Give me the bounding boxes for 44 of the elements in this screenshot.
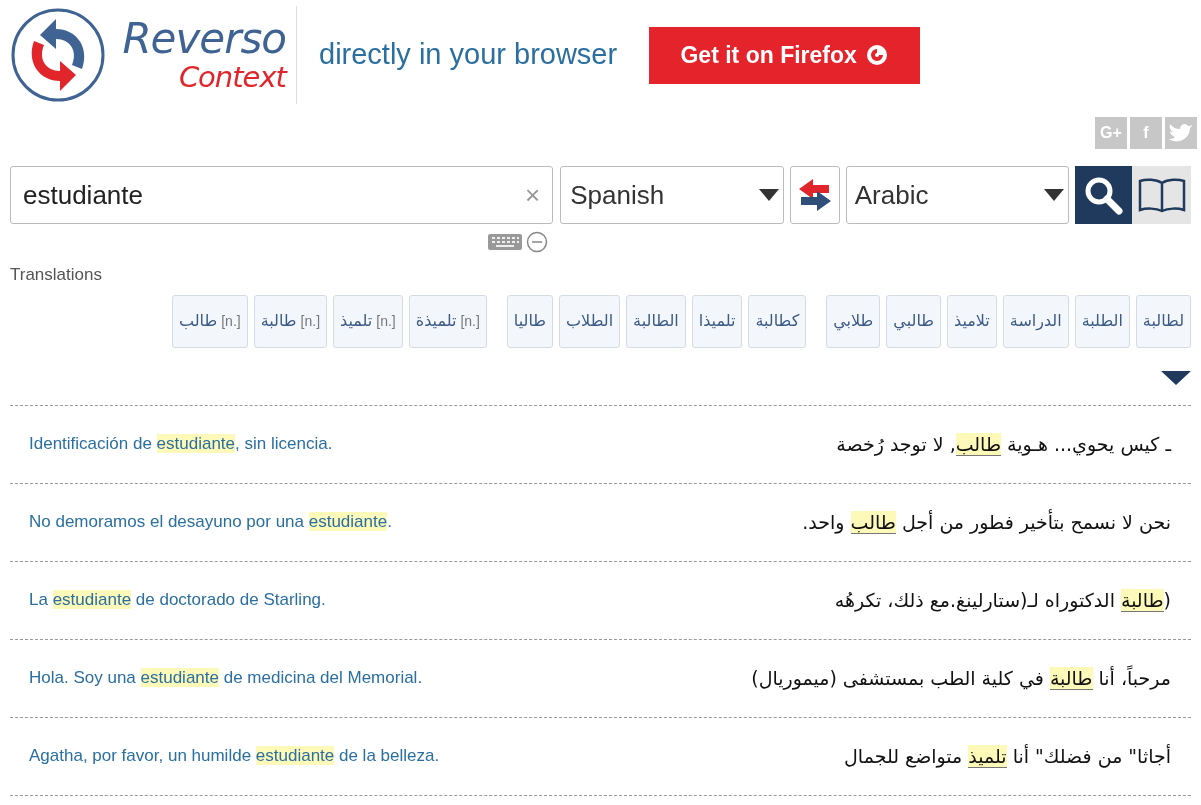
target-language-select[interactable]: Arabic xyxy=(845,166,1069,224)
bird-icon xyxy=(1169,123,1193,143)
source-sentence: No demoramos el desayuno por una estudiante. xyxy=(29,511,392,534)
logo-icon xyxy=(10,7,106,103)
tagline: directly in your browser xyxy=(319,37,618,73)
section-label: Translations xyxy=(10,265,102,284)
translation-chip[interactable]: طلابي xyxy=(826,294,881,348)
target-language: Arabic xyxy=(854,178,930,212)
target-sentence: أجاثا" من فضلك" أنا تلميذ متواضع للجمال xyxy=(844,743,1171,770)
firefox-button[interactable]: Get it on Firefox xyxy=(649,26,921,84)
search-icon xyxy=(1083,175,1124,215)
source-sentence: Agatha, por favor, un humilde estudiante de la belleza. xyxy=(29,745,440,768)
dictionary-button[interactable] xyxy=(1132,166,1191,224)
translation-chip[interactable]: طالبي xyxy=(886,294,941,348)
translation-chip[interactable]: تلاميذ xyxy=(947,294,997,348)
expand-triangle-icon[interactable] xyxy=(1161,370,1191,385)
target-sentence: ـ كيس يحوي... هـوية طالب, لا توجد رُخصة xyxy=(836,431,1171,458)
logo-subtitle: Context xyxy=(178,61,286,93)
logo-wordmark: Reverso xyxy=(122,17,286,61)
translation-chip[interactable]: تلميذا xyxy=(691,294,743,348)
target-sentence: مرحباً، أنا طالبة في كلية الطب بمستشفى (ميموريال) xyxy=(751,664,1171,692)
search-field[interactable]: estudiante × xyxy=(10,166,554,224)
source-sentence: La estudiante de doctorado de Starling. xyxy=(29,589,326,612)
caret-icon xyxy=(759,189,780,201)
book-icon xyxy=(1137,177,1186,213)
search-value: estudiante xyxy=(23,178,144,212)
firefox-icon xyxy=(864,43,889,67)
source-sentence: Identificación de estudiante, sin licencia. xyxy=(29,433,333,456)
source-language-select[interactable]: Spanish xyxy=(560,166,785,224)
swap-languages-button[interactable] xyxy=(790,166,840,224)
search-button[interactable] xyxy=(1074,166,1133,224)
translation-chip[interactable]: طاليا xyxy=(506,294,554,348)
collapse-icon[interactable] xyxy=(526,231,548,253)
source-language: Spanish xyxy=(570,178,666,212)
target-sentence: نحن لا نسمح بتأخير فطور من أجل طالب واحد. xyxy=(802,508,1171,536)
translation-chip[interactable]: لطالبة xyxy=(1135,294,1191,348)
translation-chip[interactable]: الطالبة xyxy=(626,294,686,348)
translation-chip[interactable]: الطلبة xyxy=(1074,294,1130,348)
translation-chip[interactable]: الدراسة xyxy=(1002,294,1069,348)
translation-chip[interactable]: كطالبة xyxy=(748,294,807,348)
translation-chip[interactable]: الطلاب xyxy=(559,294,621,348)
caret-icon xyxy=(1043,189,1064,201)
target-sentence: ( طالبة الدكتوراه لـ(ستارلينغ.مع ذلك، تكرهُه xyxy=(834,587,1171,614)
source-sentence: Hola. Soy una estudiante de medicina del Memorial. xyxy=(29,667,423,690)
